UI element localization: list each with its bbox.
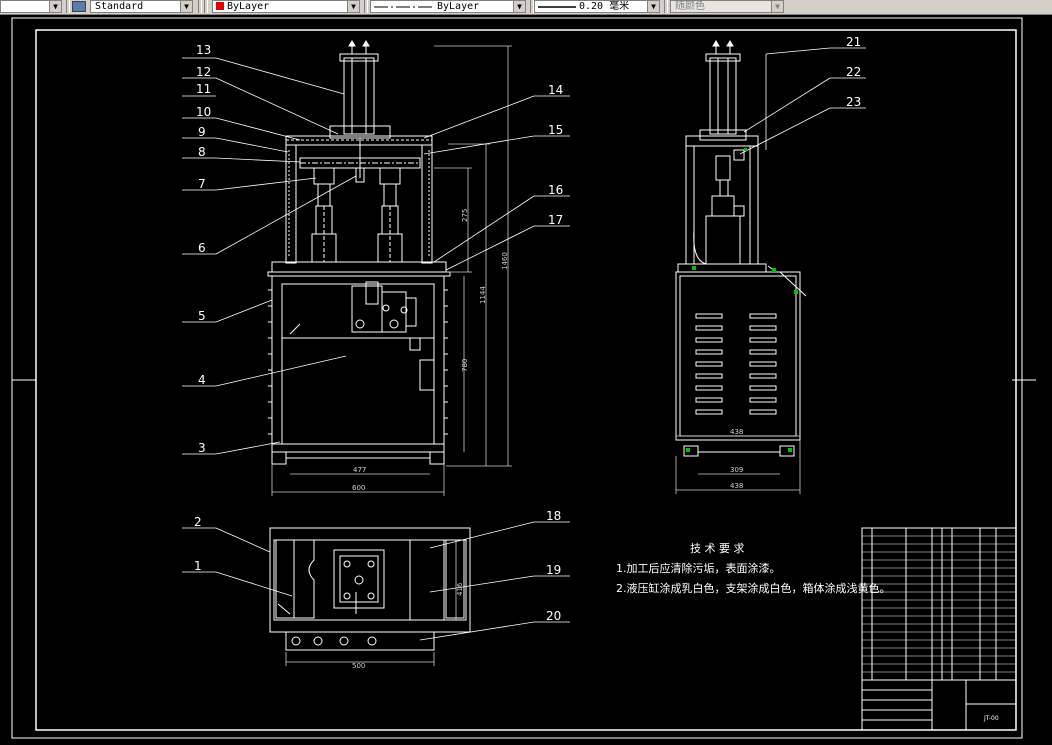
title-block-drawing-no: JT-00	[983, 715, 999, 722]
callout-14: 14	[548, 83, 563, 97]
color-value: ByLayer	[227, 1, 270, 12]
dim-front-height-upper: 275	[461, 209, 469, 222]
front-cabinet	[271, 275, 445, 453]
title-block	[861, 527, 1017, 731]
callout-1: 1	[194, 559, 202, 573]
plan-view	[269, 527, 471, 651]
callout-8: 8	[198, 145, 206, 159]
callout-12: 12	[196, 65, 211, 79]
chevron-down-icon: ▼	[347, 1, 359, 12]
toolbar-separator	[198, 0, 202, 13]
callout-13: 13	[196, 43, 211, 57]
front-cylinder	[343, 57, 375, 135]
plotstyle-dropdown: 随颜色 ▼	[670, 0, 784, 13]
text-style-dropdown[interactable]: Standard ▼	[90, 0, 193, 13]
text-style-value: Standard	[95, 1, 144, 12]
plan-base-rail	[285, 631, 435, 651]
chevron-down-icon: ▼	[513, 1, 525, 12]
notes-line-2: 2.液压缸涂成乳白色，支架涂成白色，箱体涂成浅黄色。	[616, 581, 891, 595]
callout-2: 2	[194, 515, 202, 529]
dim-side-width-top: 438	[730, 428, 743, 436]
toolbar-separator	[204, 0, 208, 13]
callout-6: 6	[198, 241, 206, 255]
lineweight-dropdown[interactable]: 0.20 毫米 ▼	[534, 0, 660, 13]
lineweight-value: 0.20 毫米	[579, 1, 630, 12]
side-louvers	[695, 313, 777, 415]
chevron-down-icon: ▼	[647, 1, 659, 12]
color-swatch-icon	[216, 2, 224, 10]
chevron-down-icon: ▼	[771, 1, 783, 12]
drawing-outer-frame	[11, 17, 1023, 739]
dim-plan-depth: 416	[456, 582, 464, 596]
dim-front-height-lower: 780	[461, 359, 469, 372]
callout-7: 7	[198, 177, 206, 191]
side-top-beam	[685, 135, 759, 147]
toolbar-separator	[66, 0, 70, 13]
color-dropdown[interactable]: ByLayer ▼	[212, 0, 360, 13]
side-cabinet	[675, 271, 801, 441]
front-right-upright	[421, 144, 433, 264]
callout-20: 20	[546, 609, 561, 623]
toolbar-separator	[664, 0, 668, 13]
dim-front-height-total: 1460	[501, 252, 509, 270]
callout-3: 3	[198, 441, 206, 455]
technical-notes: 技 术 要 求 1.加工后应清除污垢，表面涂漆。 2.液压缸涂成乳白色，支架涂成…	[616, 542, 891, 595]
linetype-preview-icon	[374, 6, 432, 8]
green-markers	[686, 148, 798, 452]
side-view	[675, 40, 807, 457]
lineweight-preview-icon	[538, 6, 576, 8]
notes-line-1: 1.加工后应清除污垢，表面涂漆。	[616, 561, 781, 575]
notes-title: 技 术 要 求	[690, 542, 745, 555]
chevron-down-icon: ▼	[49, 1, 61, 12]
plan-outline	[269, 527, 471, 633]
dim-front-outer-width: 600	[352, 484, 365, 492]
front-view	[267, 40, 451, 465]
front-base-plate	[271, 261, 447, 273]
drawing-border	[35, 29, 1017, 731]
toolbar-separator	[364, 0, 368, 13]
callout-9: 9	[198, 125, 206, 139]
callout-leaders	[182, 47, 866, 641]
callout-11: 11	[196, 82, 211, 96]
text-style-icon[interactable]	[72, 1, 86, 12]
dim-front-height-mid: 1144	[479, 286, 487, 304]
callout-16: 16	[548, 183, 563, 197]
chevron-down-icon: ▼	[180, 1, 192, 12]
dim-plan-width: 500	[352, 662, 365, 670]
callout-22: 22	[846, 65, 861, 79]
linetype-value: ByLayer	[437, 1, 480, 12]
drawing-canvas[interactable]: 13 12 11 10 9 8 7 6 5 4 3 2 1 14 15 16 1…	[0, 14, 1052, 741]
callout-10: 10	[196, 105, 211, 119]
callout-19: 19	[546, 563, 561, 577]
dimension-labels: 477 600 1460 1144 780 275 438 309 438 50…	[352, 209, 743, 670]
side-cylinder	[709, 57, 737, 135]
callout-5: 5	[198, 309, 206, 323]
linetype-dropdown[interactable]: ByLayer ▼	[370, 0, 526, 13]
dim-front-inner-width: 477	[353, 466, 366, 474]
callout-4: 4	[198, 373, 206, 387]
front-left-upright	[285, 144, 297, 264]
callout-21: 21	[846, 35, 861, 49]
callout-23: 23	[846, 95, 861, 109]
properties-toolbar: ▼ Standard ▼ ByLayer ▼ ByLayer ▼ 0.20 毫米 ▼ 随…	[0, 0, 1052, 15]
toolbar-left-dropdown[interactable]: ▼	[0, 0, 62, 13]
callout-labels: 13 12 11 10 9 8 7 6 5 4 3 2 1 14 15 16 1…	[194, 35, 861, 623]
plotstyle-value: 随颜色	[675, 1, 705, 12]
dim-side-width-bottom: 438	[730, 482, 743, 490]
dim-side-width-inner: 309	[730, 466, 743, 474]
callout-18: 18	[546, 509, 561, 523]
callout-17: 17	[548, 213, 563, 227]
callout-15: 15	[548, 123, 563, 137]
cad-drawing: 13 12 11 10 9 8 7 6 5 4 3 2 1 14 15 16 1…	[11, 17, 1036, 739]
